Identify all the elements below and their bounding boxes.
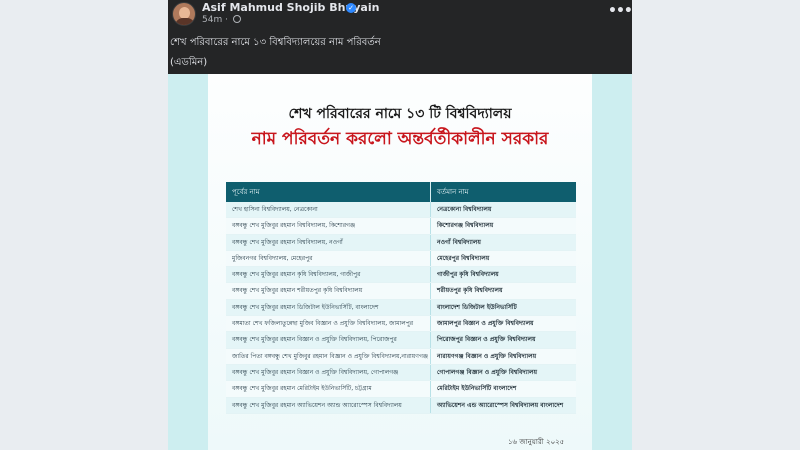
old-name-cell: বঙ্গবন্ধু শেখ মুজিবুর রহমান অ্যাভিয়েশন …	[226, 397, 431, 413]
old-name-cell: বঙ্গবন্ধু শেখ মুজিবুর রহমান শরীয়তপুর কৃ…	[226, 283, 431, 299]
table-row: বঙ্গবন্ধু শেখ মুজিবুর রহমান মেরিটাইম ইউন…	[226, 381, 576, 398]
caption-line-2: (এডমিন)	[170, 57, 208, 68]
verified-badge-icon: ✓	[346, 3, 356, 13]
post-header: Asif Mahmud Shojib Bhuyain ✓ 54m · •••	[168, 0, 632, 32]
new-name-cell: নারায়ণগঞ্জ বিজ্ঞান ও প্রযুক্তি বিশ্ববিদ…	[437, 352, 537, 360]
table-row: বঙ্গবন্ধু শেখ মুজিবুর রহমান কৃষি বিশ্ববি…	[226, 267, 576, 284]
left-background	[0, 0, 168, 450]
table-row: জাতির পিতা বঙ্গবন্ধু শেখ মুজিবুর রহমান ব…	[226, 348, 576, 365]
right-background	[632, 0, 800, 450]
old-name-cell: বঙ্গবন্ধু শেখ মুজিবুর রহমান বিজ্ঞান ও প্…	[226, 332, 431, 348]
graphic-card: শেখ পরিবারের নামে ১৩ টি বিশ্ববিদ্যালয় ন…	[208, 74, 592, 450]
table-row: বঙ্গবন্ধু শেখ মুজিবুর রহমান ডিজিটাল ইউনি…	[226, 299, 576, 317]
post-caption: শেখ পরিবারের নামে ১৩ বিশ্ববিদ্যালয়ের না…	[168, 33, 632, 73]
new-name-cell: নওগাঁ বিশ্ববিদ্যালয়	[437, 238, 481, 246]
old-name-cell: জাতির পিতা বঙ্গবন্ধু শেখ মুজিবুর রহমান ব…	[226, 348, 431, 364]
new-name-cell: মেহেরপুর বিশ্ববিদ্যালয়	[437, 254, 490, 262]
caption-line-1: শেখ পরিবারের নামে ১৩ বিশ্ববিদ্যালয়ের না…	[170, 37, 381, 48]
new-name-cell: কিশোরগঞ্জ বিশ্ববিদ্যালয়	[437, 222, 494, 230]
new-name-cell: বাংলাদেশ ডিজিটাল ইউনিভার্সিটি	[437, 303, 517, 311]
table-row: বঙ্গবন্ধু শেখ মুজিবুর রহমান বিশ্ববিদ্যাল…	[226, 234, 576, 251]
old-name-cell: মুজিবনগর বিশ্ববিদ্যালয়, মেহেরপুর	[226, 250, 431, 267]
old-name-cell: বঙ্গবন্ধু শেখ মুজিবুর রহমান মেরিটাইম ইউন…	[226, 381, 431, 397]
old-name-cell: বঙ্গবন্ধু শেখ মুজিবুর রহমান ডিজিটাল ইউনি…	[226, 299, 431, 316]
table-body: শেখ হাসিনা বিশ্ববিদ্যালয়, নেত্রকোনা নেত্…	[226, 202, 576, 414]
post-image[interactable]: শেখ পরিবারের নামে ১৩ টি বিশ্ববিদ্যালয় ন…	[168, 74, 632, 450]
old-name-cell: বঙ্গমাতা শেখ ফজিলাতুন্নেছা মুজিব বিজ্ঞান…	[226, 316, 431, 332]
new-name-cell: নেত্রকোনা বিশ্ববিদ্যালয়	[437, 206, 492, 213]
graphic-date: ১৬ জানুয়ারী ২০২৫	[508, 438, 565, 446]
globe-icon	[232, 15, 241, 23]
table-row: বঙ্গবন্ধু শেখ মুজিবুর রহমান অ্যাভিয়েশন …	[226, 397, 576, 414]
table-row: বঙ্গবন্ধু শেখ মুজিবুর রহমান শরীয়তপুর কৃ…	[226, 283, 576, 300]
old-name-cell: বঙ্গবন্ধু শেখ মুজিবুর রহমান বিশ্ববিদ্যাল…	[226, 234, 431, 250]
new-name-cell: শরীয়তপুর কৃষি বিশ্ববিদ্যালয়	[437, 287, 503, 295]
old-name-cell: বঙ্গবন্ধু শেখ মুজিবুর রহমান বিশ্ববিদ্যাল…	[226, 218, 431, 234]
graphic-headline: শেখ পরিবারের নামে ১৩ টি বিশ্ববিদ্যালয়	[288, 106, 512, 122]
more-options-icon[interactable]: •••	[608, 3, 632, 19]
new-name-cell: পিরোজপুর বিজ্ঞান ও প্রযুক্তি বিশ্ববিদ্যা…	[437, 336, 536, 344]
new-name-cell: গাজীপুর কৃষি বিশ্ববিদ্যালয়	[437, 271, 499, 279]
avatar[interactable]	[172, 2, 196, 26]
old-name-cell: শেখ হাসিনা বিশ্ববিদ্যালয়, নেত্রকোনা	[226, 202, 431, 218]
new-name-cell: গোপালগঞ্জ বিজ্ঞান ও প্রযুক্তি বিশ্ববিদ্য…	[437, 368, 537, 376]
post-meta: 54m ·	[202, 15, 241, 25]
column-header-old-name: পূর্বের নাম	[226, 182, 431, 202]
column-header-new-name: বর্তমান নাম	[437, 188, 469, 196]
table-row: শেখ হাসিনা বিশ্ববিদ্যালয়, নেত্রকোনা নেত্…	[226, 202, 576, 219]
graphic-subheadline: নাম পরিবর্তন করলো অন্তর্বর্তীকালীন সরকার	[251, 129, 549, 149]
old-name-cell: বঙ্গবন্ধু শেখ মুজিবুর রহমান বিজ্ঞান ও প্…	[226, 364, 431, 381]
table-row: বঙ্গবন্ধু শেখ মুজিবুর রহমান বিজ্ঞান ও প্…	[226, 364, 576, 382]
table-row: বঙ্গবন্ধু শেখ মুজিবুর রহমান বিশ্ববিদ্যাল…	[226, 218, 576, 235]
new-name-cell: জামালপুর বিজ্ঞান ও প্রযুক্তি বিশ্ববিদ্যা…	[437, 320, 534, 328]
old-name-cell: বঙ্গবন্ধু শেখ মুজিবুর রহমান কৃষি বিশ্ববি…	[226, 267, 431, 283]
separator-dot: ·	[225, 15, 228, 25]
new-name-cell: মেরিটাইম ইউনিভার্সিটি বাংলাদেশ	[437, 385, 517, 393]
table-row: মুজিবনগর বিশ্ববিদ্যালয়, মেহেরপুর মেহেরপু…	[226, 250, 576, 268]
table-header: পূর্বের নাম বর্তমান নাম	[226, 182, 576, 202]
table-row: বঙ্গমাতা শেখ ফজিলাতুন্নেছা মুজিব বিজ্ঞান…	[226, 316, 576, 333]
post-time[interactable]: 54m	[202, 15, 222, 25]
table-row: বঙ্গবন্ধু শেখ মুজিবুর রহমান বিজ্ঞান ও প্…	[226, 332, 576, 349]
new-name-cell: অ্যাভিয়েশন এন্ড অ্যারোস্পেস বিশ্ববিদ্যা…	[437, 401, 564, 409]
rename-table: পূর্বের নাম বর্তমান নাম শেখ হাসিনা বিশ্ব…	[226, 182, 576, 414]
avatar-shirt	[175, 18, 195, 25]
facebook-post: Asif Mahmud Shojib Bhuyain ✓ 54m · ••• শ…	[168, 0, 632, 450]
